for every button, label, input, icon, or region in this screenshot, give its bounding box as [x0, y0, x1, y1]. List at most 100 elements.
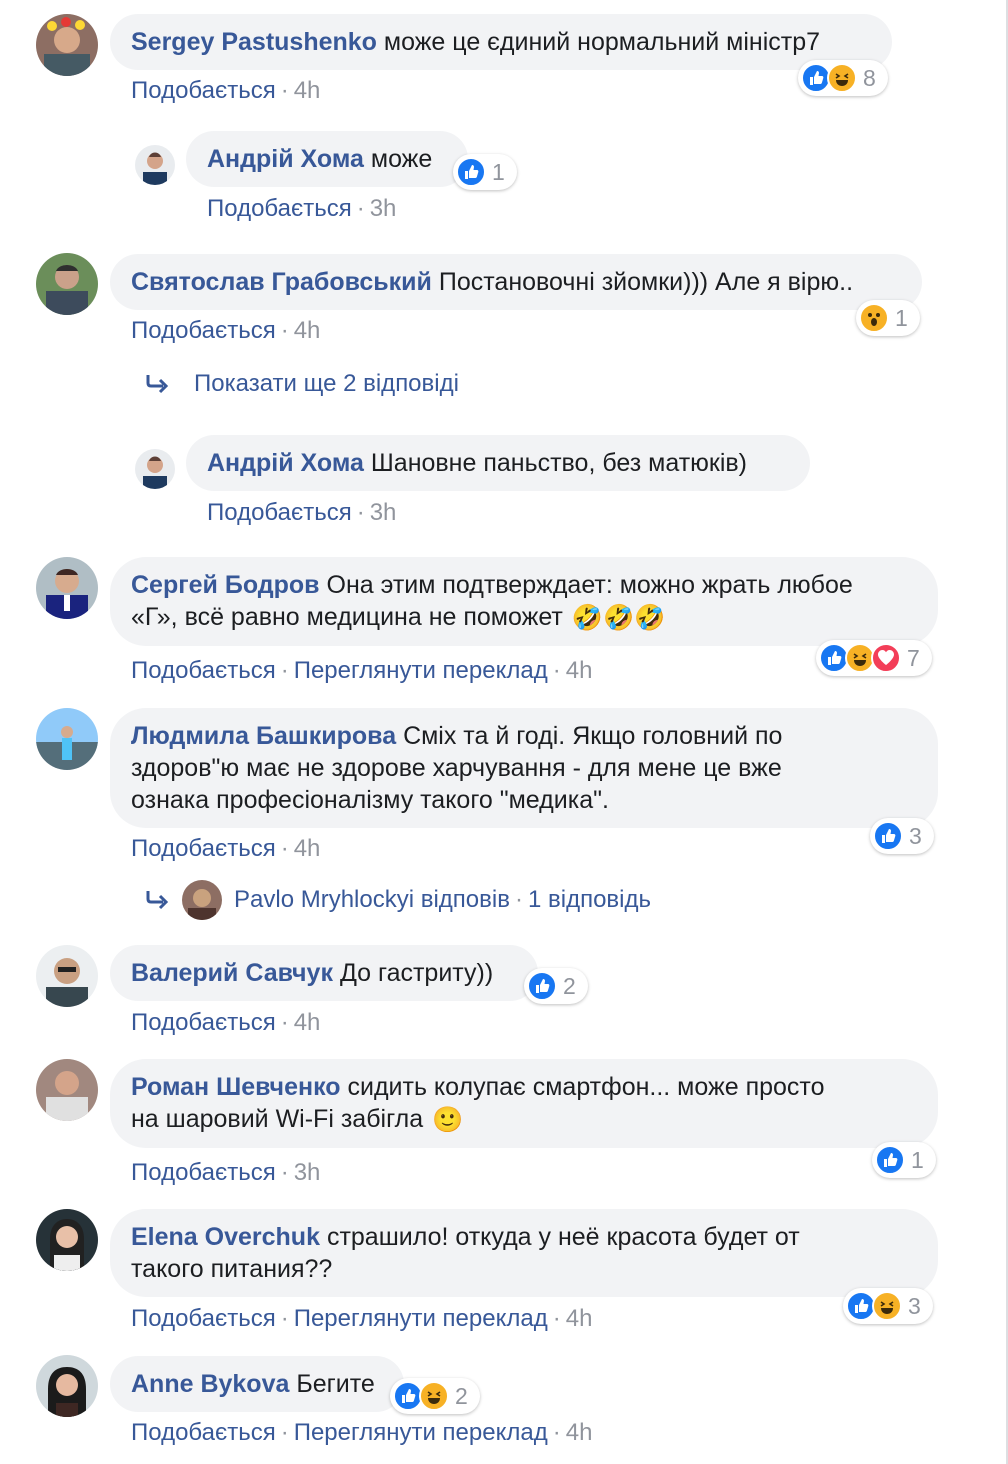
comment-actions: Подобається · 4h: [131, 834, 320, 864]
reaction-count: 1: [895, 304, 908, 331]
avatar[interactable]: [36, 1059, 98, 1121]
like-link[interactable]: Подобається: [207, 499, 352, 526]
reply-summary-name[interactable]: Pavlo Mryhlockyi відповів: [234, 886, 510, 914]
separator: ·: [280, 317, 289, 344]
reactions-summary[interactable]: 8: [798, 60, 888, 96]
comment-actions: Подобається · 4h: [131, 76, 320, 106]
avatar[interactable]: [36, 945, 98, 1007]
comment-bubble: Святослав Грабовський Постановочні зйомк…: [110, 254, 922, 310]
separator: ·: [280, 1305, 289, 1332]
comment-author[interactable]: Роман Шевченко: [131, 1073, 341, 1101]
comment-bubble: Сергей Бодров Она этим подтверждает: мож…: [110, 557, 938, 647]
separator: ·: [280, 835, 289, 862]
like-link[interactable]: Подобається: [131, 77, 276, 104]
comment-author[interactable]: Sergey Pastushenko: [131, 28, 377, 56]
reaction-count: 8: [863, 64, 876, 91]
avatar[interactable]: [135, 145, 175, 185]
comment-text: Шановне паньство, без матюків): [370, 449, 747, 477]
translate-link[interactable]: Переглянути переклад: [294, 1419, 548, 1446]
like-link[interactable]: Подобається: [207, 195, 352, 222]
comment-bubble: Anne Bykova Бегите: [110, 1356, 404, 1412]
reaction-count: 2: [563, 972, 576, 999]
reaction-count: 1: [911, 1146, 924, 1173]
comment-author[interactable]: Anne Bykova: [131, 1370, 289, 1398]
reply-summary-count[interactable]: 1 відповідь: [528, 886, 651, 914]
avatar[interactable]: [135, 449, 175, 489]
comment-actions: Подобається · 3h: [207, 498, 396, 528]
like-link[interactable]: Подобається: [131, 835, 276, 862]
comment-author[interactable]: Святослав Грабовський: [131, 268, 432, 296]
comment-text: може: [370, 145, 433, 173]
comment-author[interactable]: Elena Overchuk: [131, 1223, 320, 1251]
like-link[interactable]: Подобається: [131, 657, 276, 684]
timestamp[interactable]: 4h: [294, 835, 321, 862]
separator: ·: [280, 657, 289, 684]
reactions-summary[interactable]: 3: [870, 818, 934, 854]
like-link[interactable]: Подобається: [131, 1305, 276, 1332]
separator: ·: [356, 195, 365, 222]
separator: ·: [552, 657, 561, 684]
timestamp[interactable]: 4h: [294, 1009, 321, 1036]
avatar[interactable]: [36, 1209, 98, 1271]
separator: ·: [280, 1009, 289, 1036]
reactions-summary[interactable]: 1: [856, 300, 920, 336]
separator: ·: [280, 1159, 289, 1186]
reactions-summary[interactable]: 2: [390, 1378, 480, 1414]
comment-bubble: Андрій Хома може: [186, 131, 468, 187]
comment-actions: Подобається · 3h: [207, 194, 396, 224]
reaction-count: 2: [455, 1382, 468, 1409]
like-link[interactable]: Подобається: [131, 317, 276, 344]
avatar[interactable]: [36, 1355, 98, 1417]
comment-text: До гастриту)): [339, 959, 494, 987]
translate-link[interactable]: Переглянути переклад: [294, 657, 548, 684]
avatar[interactable]: [36, 708, 98, 770]
reply-arrow-icon: [146, 375, 169, 394]
reactions-summary[interactable]: 1: [872, 1142, 936, 1178]
comment-author[interactable]: Сергей Бодров: [131, 571, 320, 599]
like-icon: [456, 157, 486, 187]
reactions-summary[interactable]: 1: [453, 154, 517, 190]
show-more-replies[interactable]: Показати ще 2 відповіді: [144, 370, 459, 398]
timestamp[interactable]: 3h: [370, 499, 397, 526]
avatar[interactable]: [36, 14, 98, 76]
reactions-summary[interactable]: 7: [816, 640, 932, 676]
timestamp[interactable]: 4h: [294, 77, 321, 104]
translate-link[interactable]: Переглянути переклад: [294, 1305, 548, 1332]
rofl-emoji: 🤣🤣🤣: [571, 604, 666, 633]
timestamp[interactable]: 4h: [566, 1305, 593, 1332]
timestamp[interactable]: 4h: [294, 317, 321, 344]
reply-summary[interactable]: Pavlo Mryhlockyi відповів · 1 відповідь: [144, 880, 651, 920]
reactions-summary[interactable]: 3: [843, 1288, 933, 1324]
separator: ·: [280, 1419, 289, 1446]
show-more-replies-label[interactable]: Показати ще 2 відповіді: [194, 370, 459, 398]
timestamp[interactable]: 3h: [370, 195, 397, 222]
comment-text: може це єдиний нормальний міністр7: [383, 28, 821, 56]
separator: ·: [514, 886, 523, 913]
comment-bubble: Людмила Башкирова Сміх та й годі. Якщо г…: [110, 708, 938, 828]
haha-icon: [872, 1291, 902, 1321]
reactions-summary[interactable]: 2: [524, 968, 588, 1004]
reaction-count: 3: [908, 1292, 921, 1319]
separator: ·: [552, 1419, 561, 1446]
comment-bubble: Валерий Савчук До гастриту)): [110, 945, 538, 1001]
like-link[interactable]: Подобається: [131, 1419, 276, 1446]
comment-author[interactable]: Валерий Савчук: [131, 959, 333, 987]
comment-actions: Подобається · Переглянути переклад · 4h: [131, 1304, 592, 1334]
comment-author[interactable]: Андрій Хома: [207, 449, 364, 477]
timestamp[interactable]: 4h: [566, 657, 593, 684]
comment-author[interactable]: Людмила Башкирова: [131, 722, 396, 750]
like-link[interactable]: Подобається: [131, 1009, 276, 1036]
timestamp[interactable]: 4h: [566, 1419, 593, 1446]
comment-author[interactable]: Андрій Хома: [207, 145, 364, 173]
like-icon: [875, 1145, 905, 1175]
comment-bubble: Андрій Хома Шановне паньство, без матюкі…: [186, 435, 810, 491]
like-link[interactable]: Подобається: [131, 1159, 276, 1186]
like-icon: [873, 821, 903, 851]
comment-actions: Подобається · Переглянути переклад · 4h: [131, 656, 592, 686]
avatar[interactable]: [36, 557, 98, 619]
reaction-count: 1: [492, 158, 505, 185]
avatar[interactable]: [36, 253, 98, 315]
haha-icon: [419, 1381, 449, 1411]
comment-text: Бегите: [296, 1370, 375, 1398]
timestamp[interactable]: 3h: [294, 1159, 321, 1186]
